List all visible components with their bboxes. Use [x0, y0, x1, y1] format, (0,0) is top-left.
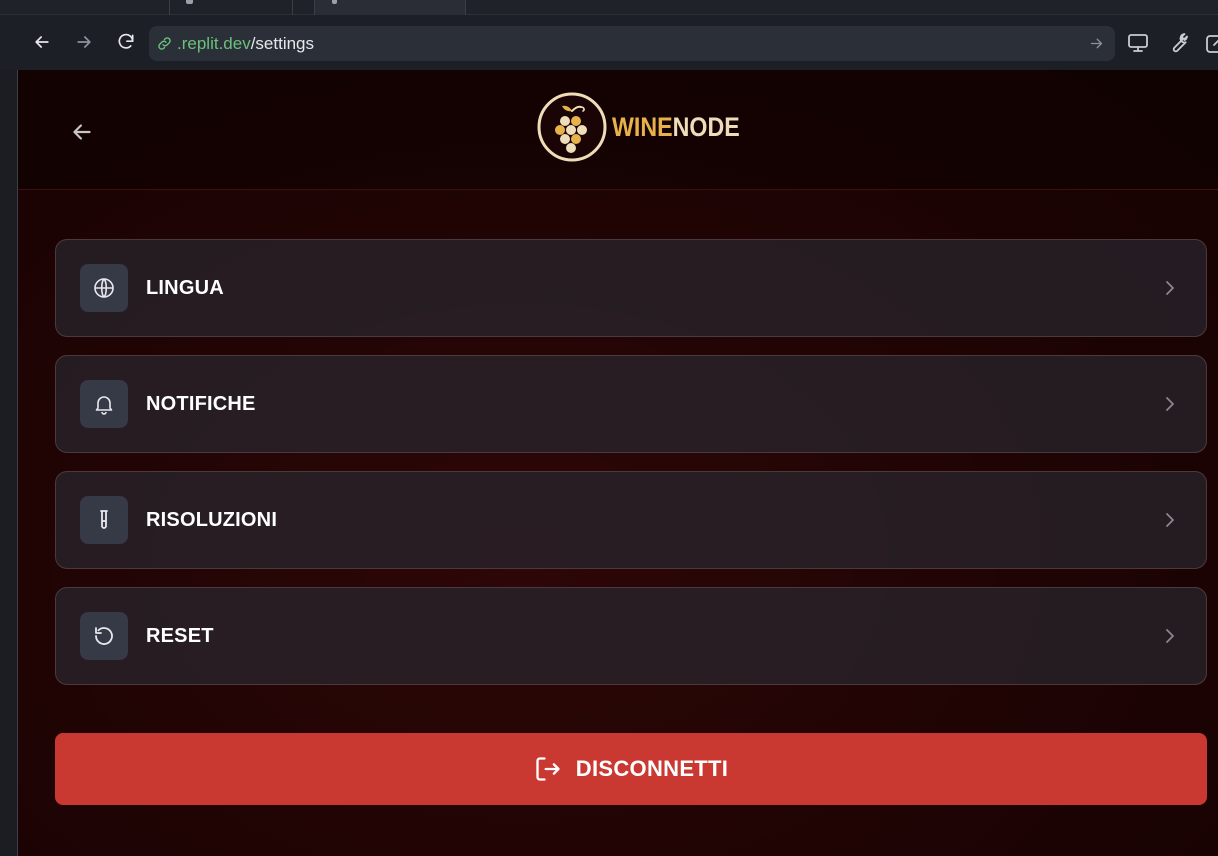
settings-icon-box	[80, 264, 128, 312]
app-logo: WINENODE	[536, 91, 761, 163]
arrow-left-icon	[73, 124, 91, 140]
external-window-icon[interactable]	[1204, 31, 1218, 55]
logout-button[interactable]: DISCONNETTI	[55, 733, 1207, 805]
tab-divider	[169, 0, 170, 15]
tab-favicon	[332, 0, 337, 4]
wrench-icon[interactable]	[1166, 31, 1190, 55]
monitor-icon[interactable]	[1126, 31, 1150, 55]
reload-icon	[118, 33, 134, 49]
arrow-right-icon	[77, 36, 91, 48]
link-icon	[158, 37, 171, 50]
browser-tab-strip	[0, 0, 1218, 15]
url-text: .replit.dev/settings	[177, 34, 314, 53]
browser-toolbar: .replit.dev/settings	[0, 15, 1218, 70]
brand-name: WINENODE	[612, 112, 740, 143]
tab-favicon	[186, 0, 193, 4]
settings-item-lingua[interactable]: LINGUA	[55, 239, 1207, 337]
arrow-left-icon	[35, 36, 49, 48]
brand-name-part1: WINE	[612, 111, 673, 142]
settings-item-label: RISOLUZIONI	[146, 509, 278, 531]
chevron-right-icon	[1166, 281, 1174, 295]
browser-forward-button[interactable]	[69, 27, 99, 57]
settings-item-risoluzioni[interactable]: RISOLUZIONI	[55, 471, 1207, 569]
rotate-ccw-icon	[95, 627, 113, 645]
browser-back-button[interactable]	[27, 27, 57, 57]
chevron-right-icon	[1166, 397, 1174, 411]
grapes-icon	[537, 92, 607, 162]
app-header: WINENODE	[18, 70, 1218, 190]
brand-name-part2: NODE	[672, 111, 740, 142]
settings-item-label: LINGUA	[146, 277, 224, 299]
settings-item-notifiche[interactable]: NOTIFICHE	[55, 355, 1207, 453]
address-bar[interactable]: .replit.dev/settings	[149, 26, 1115, 61]
test-tube-icon	[100, 510, 108, 529]
tab-divider	[292, 0, 293, 15]
chevron-right-icon	[1166, 629, 1174, 643]
app-viewport: WINENODE LINGUA NOTIFICHE RISOLUZIONI RE…	[17, 70, 1218, 856]
back-button[interactable]	[64, 114, 100, 150]
log-out-icon	[536, 757, 560, 781]
settings-item-reset[interactable]: RESET	[55, 587, 1207, 685]
browser-reload-button[interactable]	[111, 27, 141, 57]
browser-tab-active[interactable]	[314, 0, 466, 15]
settings-icon-box	[80, 496, 128, 544]
settings-item-label: RESET	[146, 625, 214, 647]
chevron-right-icon	[1166, 513, 1174, 527]
settings-icon-box	[80, 380, 128, 428]
logout-label: DISCONNETTI	[575, 756, 729, 781]
url-domain: .replit.dev	[177, 34, 251, 53]
bell-icon	[95, 396, 113, 415]
arrow-right-icon[interactable]	[1088, 35, 1105, 52]
url-path: /settings	[250, 34, 315, 53]
settings-icon-box	[80, 612, 128, 660]
globe-icon	[94, 278, 114, 298]
settings-item-label: NOTIFICHE	[146, 393, 256, 415]
